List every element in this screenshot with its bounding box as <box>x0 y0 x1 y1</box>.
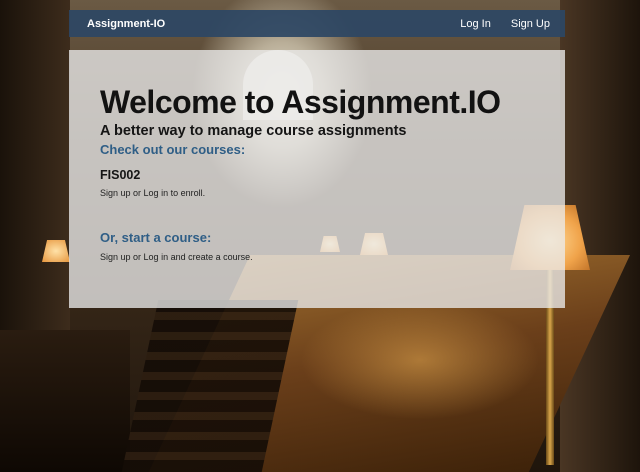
login-link[interactable]: Log In <box>460 18 491 30</box>
brand-link[interactable]: Assignment-IO <box>87 18 165 30</box>
courses-heading: Check out our courses: <box>100 142 246 157</box>
course-login-link[interactable]: Log in <box>144 188 169 198</box>
course-enroll-note: Sign up or Log in to enroll. <box>100 188 565 198</box>
table-reflection <box>300 300 540 420</box>
course-or-text: or <box>130 188 144 198</box>
top-navbar: Assignment-IO Log In Sign Up <box>69 10 565 37</box>
course-enroll-suffix: to enroll. <box>168 188 206 198</box>
nav-links: Log In Sign Up <box>460 18 550 30</box>
start-signup-link[interactable]: Sign up <box>100 252 131 262</box>
signup-link[interactable]: Sign Up <box>511 18 550 30</box>
start-create-suffix: and create a course. <box>168 252 253 262</box>
hall-chairs-left <box>0 330 130 472</box>
welcome-panel: Welcome to Assignment.IO A better way to… <box>69 50 565 308</box>
course-signup-link[interactable]: Sign up <box>100 188 131 198</box>
start-course-heading: Or, start a course: <box>100 230 212 245</box>
start-or-text: or <box>130 252 144 262</box>
page-subtitle: A better way to manage course assignment… <box>100 123 407 139</box>
page-title: Welcome to Assignment.IO <box>100 84 501 120</box>
course-code-link[interactable]: FIS002 <box>100 168 565 182</box>
start-course-note: Sign up or Log in and create a course. <box>100 252 565 262</box>
start-login-link[interactable]: Log in <box>144 252 169 262</box>
